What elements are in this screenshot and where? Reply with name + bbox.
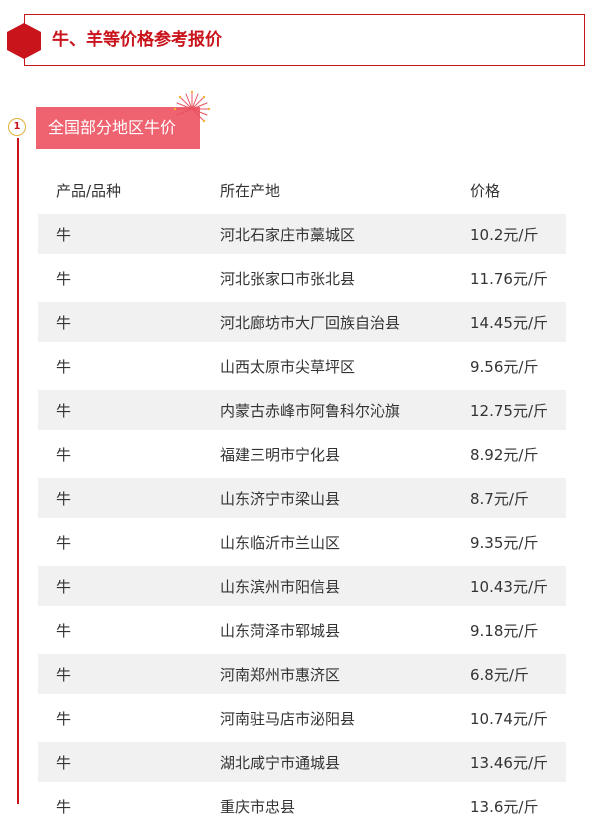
cell-origin: 山东菏泽市郓城县 [220,621,341,640]
cell-product: 牛 [56,753,72,772]
table-row: 牛 湖北咸宁市通城县 13.46元/斤 [38,742,566,782]
cell-price: 6.8元/斤 [470,665,529,684]
cell-price: 13.46元/斤 [470,753,548,772]
price-table: 产品/品种 所在产地 价格 牛河北石家庄市藁城区 10.2元/斤牛河北张家口市张北… [38,166,566,830]
table-row: 牛 山东菏泽市郓城县 9.18元/斤 [38,610,566,650]
table-row: 牛 重庆市忠县 13.6元/斤 [38,786,566,826]
column-header-price: 价格 [470,181,501,200]
cell-product: 牛 [56,357,72,376]
table-row: 牛 河北张家口市张北县 11.76元/斤 [38,258,566,298]
section-number-badge: 1 [8,118,26,136]
cell-product: 牛 [56,225,72,244]
cell-price: 11.76元/斤 [470,269,548,288]
cell-origin: 湖北咸宁市通城县 [220,753,341,772]
cell-product: 牛 [56,269,72,288]
table-header-row: 产品/品种 所在产地 价格 [38,170,566,210]
cell-origin: 福建三明市宁化县 [220,445,341,464]
cell-product: 牛 [56,401,72,420]
cell-product: 牛 [56,709,72,728]
table-row: 牛 河北廊坊市大厂回族自治县 14.45元/斤 [38,302,566,342]
cell-origin: 内蒙古赤峰市阿鲁科尔沁旗 [220,401,401,420]
cell-origin: 河南郑州市惠济区 [220,665,341,684]
cell-price: 13.6元/斤 [470,797,539,816]
cell-product: 牛 [56,445,72,464]
cell-origin: 山东济宁市梁山县 [220,489,341,508]
cell-price: 10.43元/斤 [470,577,548,596]
cell-price: 9.35元/斤 [470,533,539,552]
cell-price: 10.74元/斤 [470,709,548,728]
cell-price: 10.2元/斤 [470,225,539,244]
column-header-origin: 所在产地 [220,181,281,200]
cell-price: 12.75元/斤 [470,401,548,420]
table-row: 牛 河北石家庄市藁城区 10.2元/斤 [38,214,566,254]
cell-price: 8.92元/斤 [470,445,539,464]
table-row: 牛 河南郑州市惠济区 6.8元/斤 [38,654,566,694]
table-row: 牛 山东济宁市梁山县 8.7元/斤 [38,478,566,518]
page-title: 牛、羊等价格参考报价 [52,30,222,50]
firework-icon [173,90,211,123]
table-row: 牛 福建三明市宁化县 8.92元/斤 [38,434,566,474]
cell-product: 牛 [56,621,72,640]
table-row: 牛 山东滨州市阳信县 10.43元/斤 [38,566,566,606]
cell-origin: 山西太原市尖草坪区 [220,357,356,376]
table-row: 牛 河南驻马店市泌阳县 10.74元/斤 [38,698,566,738]
cell-price: 8.7元/斤 [470,489,529,508]
cell-price: 14.45元/斤 [470,313,548,332]
cell-origin: 山东临沂市兰山区 [220,533,341,552]
cell-product: 牛 [56,797,72,816]
cell-origin: 河北廊坊市大厂回族自治县 [220,313,401,332]
table-row: 牛 山东临沂市兰山区 9.35元/斤 [38,522,566,562]
cell-origin: 河南驻马店市泌阳县 [220,709,356,728]
cell-price: 9.56元/斤 [470,357,539,376]
cell-product: 牛 [56,665,72,684]
cell-origin: 河北张家口市张北县 [220,269,356,288]
cell-product: 牛 [56,313,72,332]
cell-product: 牛 [56,489,72,508]
cell-product: 牛 [56,577,72,596]
column-header-product: 产品/品种 [56,181,122,200]
cell-origin: 重庆市忠县 [220,797,296,816]
cell-origin: 河北石家庄市藁城区 [220,225,356,244]
table-row: 牛 内蒙古赤峰市阿鲁科尔沁旗 12.75元/斤 [38,390,566,430]
timeline-line [17,138,19,804]
table-row: 牛 山西太原市尖草坪区 9.56元/斤 [38,346,566,386]
cell-origin: 山东滨州市阳信县 [220,577,341,596]
cell-product: 牛 [56,533,72,552]
cell-price: 9.18元/斤 [470,621,539,640]
